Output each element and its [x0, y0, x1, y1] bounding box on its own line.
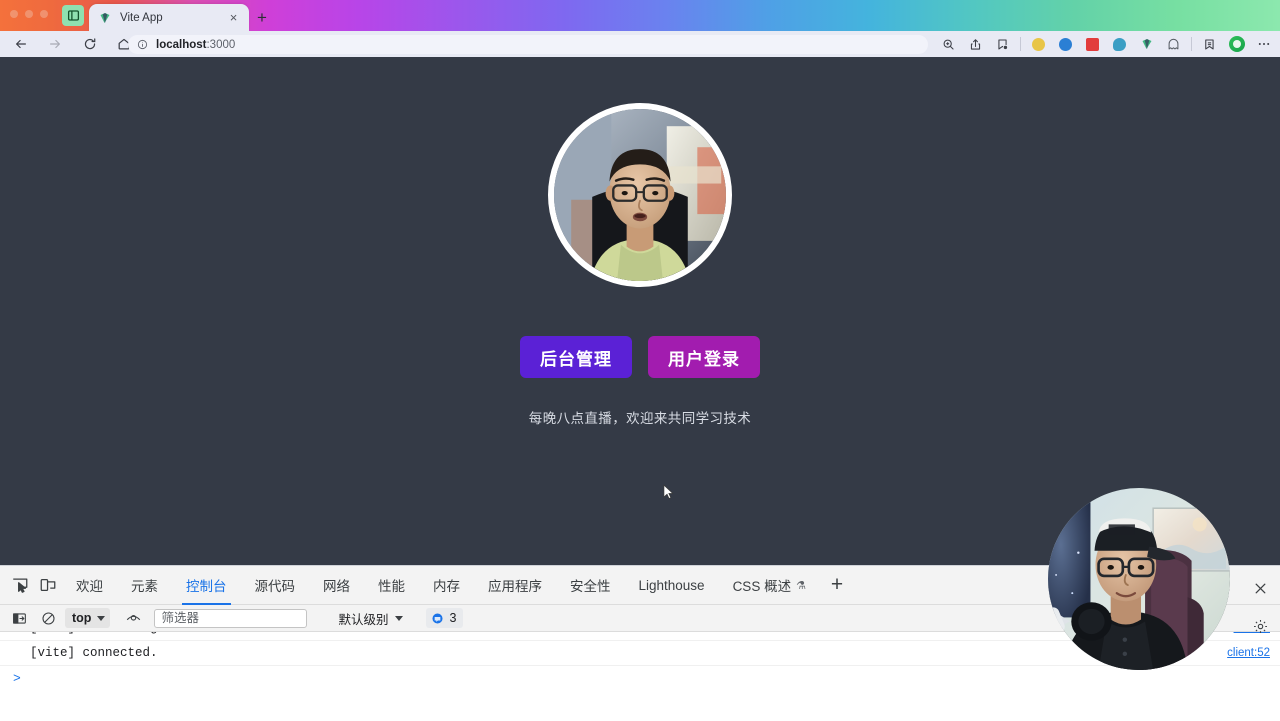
profile-avatar[interactable] [1224, 33, 1249, 55]
window-close-button[interactable] [40, 10, 48, 18]
streamer-webcam-overlay [1048, 488, 1230, 670]
devtools-tab-sources[interactable]: 源代码 [241, 566, 310, 605]
devtools-add-panel-button[interactable]: + [820, 566, 854, 605]
info-circle-icon[interactable] [137, 39, 148, 50]
issues-badge[interactable]: 3 [426, 608, 464, 628]
devtools-tab-network[interactable]: 网络 [309, 566, 364, 605]
window-maximize-button[interactable] [25, 10, 33, 18]
browser-toolbar-actions [936, 31, 1276, 57]
cta-button-row: 后台管理 用户登录 [520, 336, 760, 378]
execution-context-selector[interactable]: top [65, 608, 111, 628]
tab-label: CSS 概述 [732, 579, 792, 594]
console-filter-input[interactable] [154, 608, 308, 628]
toolbar-divider-2 [1191, 37, 1192, 51]
console-message-text: [vite] connected. [30, 646, 158, 660]
tab-close-icon[interactable]: × [226, 10, 241, 25]
browser-tabstrip: Vite App × + [0, 0, 1280, 31]
new-tab-button[interactable]: + [252, 7, 272, 27]
share-icon[interactable] [963, 33, 988, 55]
address-bar[interactable]: localhost:3000 [128, 35, 928, 54]
devtools-tab-performance[interactable]: 性能 [364, 566, 419, 605]
vite-lightning-icon [97, 10, 112, 25]
zoom-icon[interactable] [936, 33, 961, 55]
tab-title: Vite App [120, 11, 163, 24]
tab-label: 网络 [323, 579, 350, 594]
level-label: 默认级别 [338, 612, 389, 627]
tab-label: 应用程序 [488, 579, 542, 594]
tab-label: 安全性 [570, 579, 611, 594]
tab-label: 控制台 [186, 579, 227, 594]
extension-teal-icon[interactable] [1107, 33, 1132, 55]
address-bar-url: localhost:3000 [156, 39, 235, 51]
devtools-tab-lighthouse[interactable]: Lighthouse [625, 566, 719, 605]
url-host: localhost [156, 38, 207, 51]
devtools-tab-application[interactable]: 应用程序 [474, 566, 556, 605]
devtools-tab-welcome[interactable]: 欢迎 [62, 566, 117, 605]
settings-gear-icon[interactable] [1247, 613, 1273, 639]
mouse-pointer [663, 484, 674, 499]
console-message-text: [vite] connecting... [30, 632, 180, 635]
extension-red-icon[interactable] [1080, 33, 1105, 55]
tab-label: 欢迎 [76, 579, 103, 594]
page-tagline: 每晚八点直播，欢迎来共同学习技术 [528, 411, 752, 426]
issues-count: 3 [449, 611, 457, 625]
context-label: top [72, 611, 92, 625]
devtools-tab-memory[interactable]: 内存 [419, 566, 474, 605]
arrow-right-icon[interactable] [42, 31, 68, 57]
collections-icon[interactable] [1197, 33, 1222, 55]
user-login-button[interactable]: 用户登录 [648, 336, 760, 378]
extension-vite-icon[interactable] [1134, 33, 1159, 55]
devtools-right-actions [1240, 566, 1280, 721]
chevron-down-icon [395, 615, 404, 621]
inspect-element-icon[interactable] [6, 571, 34, 599]
close-icon[interactable] [1247, 575, 1273, 601]
tab-label: 源代码 [254, 579, 296, 594]
extension-yellow-icon[interactable] [1026, 33, 1051, 55]
webcam-video-frame [1048, 488, 1230, 670]
arrow-left-icon[interactable] [8, 31, 34, 57]
extension-ghost-icon[interactable] [1161, 33, 1186, 55]
admin-panel-button[interactable]: 后台管理 [520, 336, 632, 378]
url-port: :3000 [206, 38, 236, 51]
avatar [548, 103, 732, 287]
reload-icon[interactable] [77, 31, 103, 57]
clear-console-icon[interactable] [36, 607, 60, 629]
tab-list-icon[interactable] [62, 5, 84, 26]
tab-label: 性能 [378, 579, 405, 594]
console-sidebar-icon[interactable] [7, 607, 31, 629]
browser-tab-vite-app[interactable]: Vite App × [89, 4, 249, 31]
console-prompt-chevron: > [13, 670, 21, 686]
window-controls[interactable] [10, 10, 48, 18]
devtools-tab-security[interactable]: 安全性 [556, 566, 625, 605]
bookmark-star-icon[interactable] [990, 33, 1015, 55]
tab-label: Lighthouse [638, 577, 705, 593]
issues-icon [432, 612, 443, 624]
devtools-tab-console[interactable]: 控制台 [172, 566, 241, 605]
tab-label: 内存 [433, 579, 460, 594]
more-menu-icon[interactable] [1251, 33, 1276, 55]
tab-label: 元素 [131, 579, 158, 594]
chevron-down-icon [97, 615, 106, 621]
toolbar-divider [1020, 37, 1021, 51]
console-level-selector[interactable]: 默认级别 [330, 608, 407, 628]
browser-toolbar: localhost:3000 [0, 31, 1280, 57]
user-portrait-photo [554, 109, 726, 281]
live-expression-icon[interactable] [121, 607, 145, 629]
window-minimize-button[interactable] [10, 10, 18, 18]
device-toolbar-icon[interactable] [34, 571, 62, 599]
experiment-flask-icon: ⚗ [796, 579, 806, 592]
extension-blue-icon[interactable] [1053, 33, 1078, 55]
devtools-tab-css-overview[interactable]: CSS 概述 ⚗ [719, 566, 820, 605]
devtools-tab-elements[interactable]: 元素 [117, 566, 172, 605]
